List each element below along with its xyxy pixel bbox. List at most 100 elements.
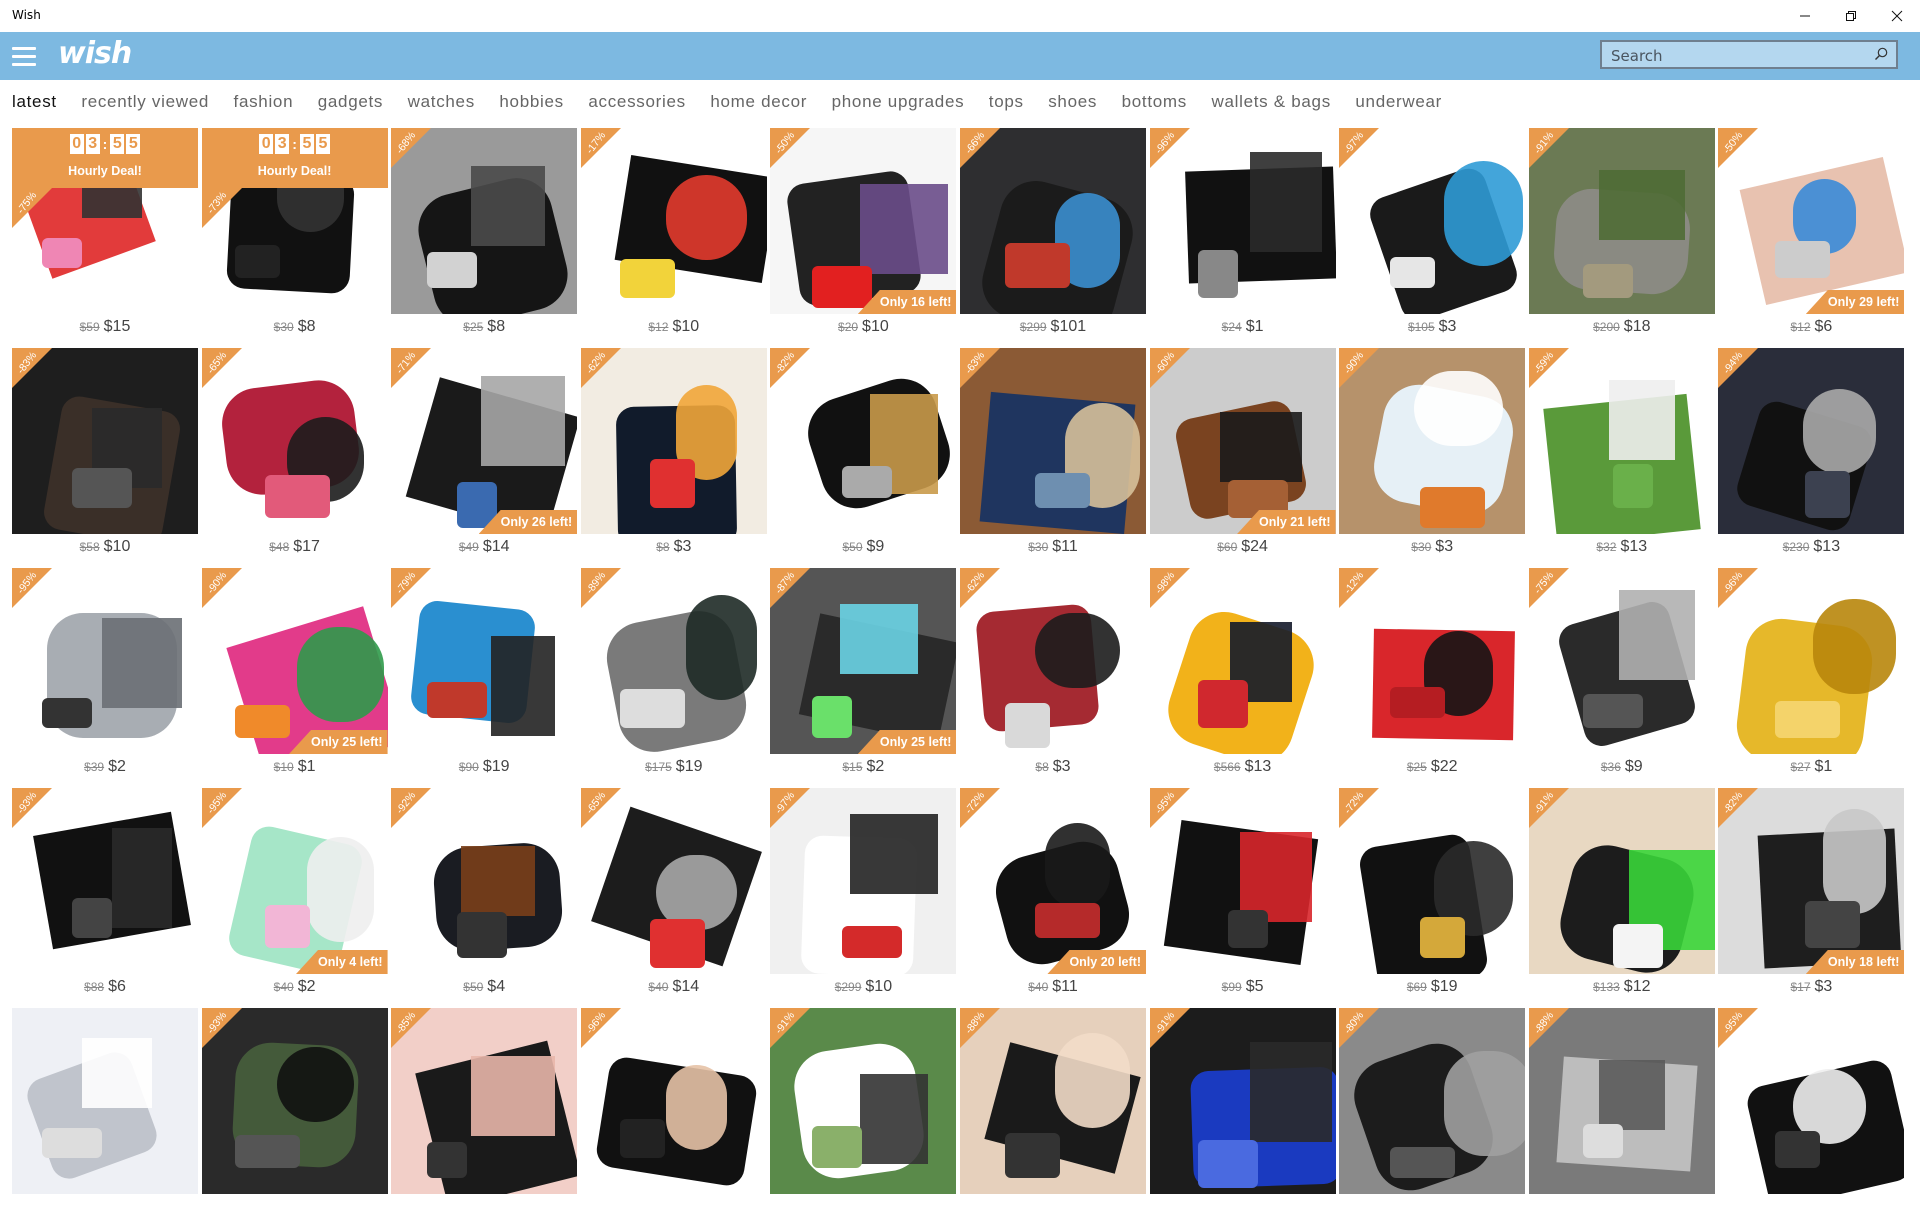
- product-card[interactable]: -96% $24 $1: [1149, 128, 1336, 338]
- product-image[interactable]: -59%: [1528, 348, 1715, 534]
- product-card[interactable]: -91% $200 $18: [1528, 128, 1715, 338]
- product-image[interactable]: -91%: [770, 1008, 957, 1194]
- tab-fashion[interactable]: fashion: [234, 92, 294, 122]
- tab-hobbies[interactable]: hobbies: [499, 92, 563, 122]
- product-image[interactable]: -62%: [960, 568, 1146, 754]
- tab-bottoms[interactable]: bottoms: [1122, 92, 1187, 122]
- wish-logo[interactable]: wish: [58, 36, 132, 71]
- product-image[interactable]: -88%: [1528, 1008, 1715, 1194]
- product-card[interactable]: -17% $12 $10: [580, 128, 767, 338]
- product-image[interactable]: -79%: [391, 568, 578, 754]
- product-card[interactable]: -98% $566 $13: [1149, 568, 1336, 778]
- product-card[interactable]: -90% $30 $3: [1339, 348, 1526, 558]
- product-card[interactable]: -62% $8 $3: [960, 568, 1146, 778]
- close-button[interactable]: [1874, 0, 1920, 32]
- tab-tops[interactable]: tops: [989, 92, 1024, 122]
- product-card[interactable]: -60% Only 21 left! $60 $24: [1149, 348, 1336, 558]
- product-image[interactable]: -91%: [1528, 788, 1715, 974]
- product-image[interactable]: -65%: [201, 348, 388, 534]
- search-input[interactable]: [1602, 42, 1873, 69]
- product-card[interactable]: -68% $25 $8: [391, 128, 578, 338]
- product-image[interactable]: -71% Only 26 left!: [391, 348, 578, 534]
- product-image[interactable]: -91%: [1528, 128, 1715, 314]
- product-image[interactable]: -88%: [960, 1008, 1146, 1194]
- product-image[interactable]: -72%: [1339, 788, 1526, 974]
- product-card[interactable]: -82% $50 $9: [770, 348, 957, 558]
- product-image[interactable]: -82%: [770, 348, 957, 534]
- product-image[interactable]: -93%: [201, 1008, 388, 1194]
- product-card[interactable]: -89% $175 $19: [580, 568, 767, 778]
- product-image[interactable]: -93%: [12, 788, 198, 974]
- product-card[interactable]: -50% Only 29 left! $12 $6: [1718, 128, 1905, 338]
- product-card[interactable]: -96% $27 $1: [1718, 568, 1905, 778]
- tab-shoes[interactable]: shoes: [1048, 92, 1097, 122]
- product-image[interactable]: -50% Only 29 left!: [1718, 128, 1905, 314]
- product-image[interactable]: -95%: [12, 568, 198, 754]
- product-image[interactable]: -17%: [580, 128, 767, 314]
- product-image[interactable]: -75%: [1528, 568, 1715, 754]
- product-card[interactable]: -92% $50 $4: [391, 788, 578, 998]
- product-card[interactable]: 0 3:5 5 Hourly Deal! -75% $59 $15: [12, 128, 198, 338]
- product-image[interactable]: -97%: [1339, 128, 1526, 314]
- product-card[interactable]: -95% $99 $5: [1149, 788, 1336, 998]
- product-image[interactable]: -68%: [391, 128, 578, 314]
- product-image[interactable]: -95%: [1149, 788, 1336, 974]
- product-image[interactable]: -90% Only 25 left!: [201, 568, 388, 754]
- product-card[interactable]: -87% Only 25 left! $15 $2: [770, 568, 957, 778]
- hamburger-menu-button[interactable]: [12, 46, 36, 66]
- product-image[interactable]: -95% Only 4 left!: [201, 788, 388, 974]
- product-image[interactable]: -96%: [1718, 568, 1905, 754]
- tab-watches[interactable]: watches: [408, 92, 475, 122]
- product-card[interactable]: -97% $299 $10: [770, 788, 957, 998]
- product-image[interactable]: 0 3:5 5 Hourly Deal! -75%: [12, 128, 198, 314]
- product-card[interactable]: -65% $48 $17: [201, 348, 388, 558]
- product-card[interactable]: 0 3:5 5 Hourly Deal! -73% $30 $8: [201, 128, 388, 338]
- minimize-button[interactable]: [1782, 0, 1828, 32]
- product-card[interactable]: -83% $58 $10: [12, 348, 198, 558]
- product-image[interactable]: -12%: [1339, 568, 1526, 754]
- product-card[interactable]: -94% $230 $13: [1718, 348, 1905, 558]
- product-card[interactable]: -65% $40 $14: [580, 788, 767, 998]
- product-image[interactable]: [12, 1008, 198, 1194]
- product-image[interactable]: -66%: [960, 128, 1146, 314]
- tab-latest[interactable]: latest: [12, 92, 57, 122]
- product-card[interactable]: -59% $32 $13: [1528, 348, 1715, 558]
- product-image[interactable]: -92%: [391, 788, 578, 974]
- product-card[interactable]: -71% Only 26 left! $49 $14: [391, 348, 578, 558]
- search-icon[interactable]: [1873, 46, 1889, 62]
- product-card[interactable]: -82% Only 18 left! $17 $3: [1718, 788, 1905, 998]
- product-card[interactable]: -12% $25 $22: [1339, 568, 1526, 778]
- tab-home-decor[interactable]: home decor: [710, 92, 807, 122]
- product-image[interactable]: -60% Only 21 left!: [1149, 348, 1336, 534]
- product-image[interactable]: -90%: [1339, 348, 1526, 534]
- product-image[interactable]: -94%: [1718, 348, 1905, 534]
- product-card[interactable]: -93% $88 $6: [12, 788, 198, 998]
- product-card[interactable]: -97% $105 $3: [1339, 128, 1526, 338]
- product-image[interactable]: -91%: [1149, 1008, 1336, 1194]
- product-image[interactable]: -80%: [1339, 1008, 1526, 1194]
- product-image[interactable]: -83%: [12, 348, 198, 534]
- product-image[interactable]: -87% Only 25 left!: [770, 568, 957, 754]
- product-image[interactable]: -72% Only 20 left!: [960, 788, 1146, 974]
- product-image[interactable]: -89%: [580, 568, 767, 754]
- product-card[interactable]: -72% Only 20 left! $40 $11: [960, 788, 1146, 998]
- product-card[interactable]: -62% $8 $3: [580, 348, 767, 558]
- product-image[interactable]: -50% Only 16 left!: [770, 128, 957, 314]
- product-card[interactable]: -79% $90 $19: [391, 568, 578, 778]
- product-image[interactable]: -96%: [580, 1008, 767, 1194]
- product-image[interactable]: -63%: [960, 348, 1146, 534]
- restore-button[interactable]: [1828, 0, 1874, 32]
- product-image[interactable]: -95%: [1718, 1008, 1905, 1194]
- product-card[interactable]: -75% $36 $9: [1528, 568, 1715, 778]
- product-image[interactable]: -96%: [1149, 128, 1336, 314]
- product-image[interactable]: -65%: [580, 788, 767, 974]
- tab-phone-upgrades[interactable]: phone upgrades: [832, 92, 965, 122]
- tab-accessories[interactable]: accessories: [588, 92, 685, 122]
- tab-underwear[interactable]: underwear: [1355, 92, 1442, 122]
- product-card[interactable]: -95% $39 $2: [12, 568, 198, 778]
- product-card[interactable]: -91% $133 $12: [1528, 788, 1715, 998]
- product-card[interactable]: -95% Only 4 left! $40 $2: [201, 788, 388, 998]
- product-image[interactable]: -62%: [580, 348, 767, 534]
- tab-gadgets[interactable]: gadgets: [318, 92, 383, 122]
- product-image[interactable]: -85%: [391, 1008, 578, 1194]
